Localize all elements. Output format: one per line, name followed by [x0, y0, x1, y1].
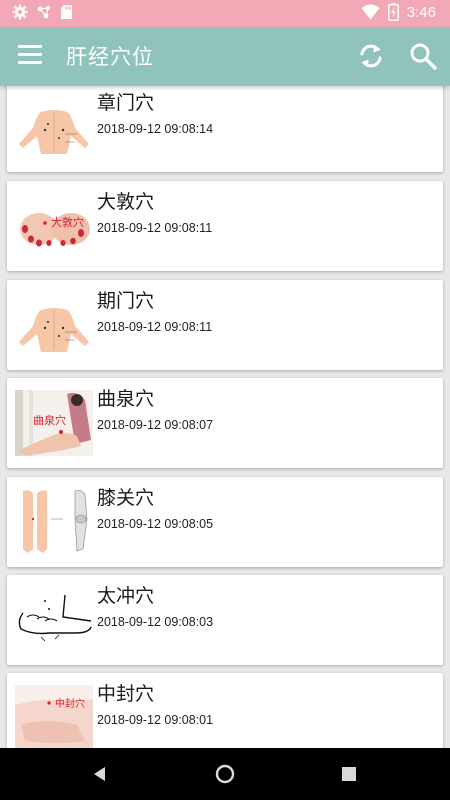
list-item[interactable]: 大敦穴 大敦穴 2018-09-12 09:08:11	[7, 181, 443, 271]
recents-button[interactable]	[341, 766, 357, 782]
item-thumbnail	[15, 587, 93, 653]
status-time: 3:46	[406, 3, 436, 21]
item-title: 期门穴	[97, 290, 155, 312]
item-timestamp: 2018-09-12 09:08:01	[97, 713, 214, 727]
item-title: 大敦穴	[97, 191, 155, 213]
item-thumbnail	[15, 292, 93, 358]
item-thumbnail: 曲泉穴	[15, 390, 93, 456]
wifi-icon	[361, 4, 380, 20]
page-title: 肝经穴位	[66, 45, 154, 69]
item-timestamp: 2018-09-12 09:08:05	[97, 517, 214, 531]
menu-icon	[18, 45, 42, 64]
foot-sketch-image	[15, 587, 93, 653]
list-item[interactable]: 期门穴 2018-09-12 09:08:11	[7, 280, 443, 370]
home-icon	[215, 764, 235, 784]
recents-icon	[342, 767, 356, 781]
feet-photo-image: 大敦穴	[15, 193, 93, 259]
item-thumbnail: 中封穴	[15, 685, 93, 748]
back-button[interactable]	[92, 766, 108, 782]
item-title: 章门穴	[97, 92, 155, 114]
item-title: 太冲穴	[97, 585, 155, 607]
navigation-bar	[0, 748, 450, 800]
thumb-label: 曲泉穴	[33, 413, 66, 427]
item-title: 曲泉穴	[97, 388, 155, 410]
item-timestamp: 2018-09-12 09:08:11	[97, 221, 213, 235]
acupoint-list[interactable]: 章门穴 2018-09-12 09:08:14 大敦穴 大敦穴 2018-09-…	[0, 86, 450, 748]
thumb-label: 大敦穴	[51, 215, 84, 229]
back-icon	[94, 767, 105, 781]
battery-charging-icon	[387, 3, 399, 21]
list-item[interactable]: 曲泉穴 曲泉穴 2018-09-12 09:08:07	[7, 378, 443, 468]
gear-icon	[12, 4, 28, 20]
refresh-icon	[360, 44, 382, 68]
list-item[interactable]: 膝关穴 2018-09-12 09:08:05	[7, 477, 443, 567]
list-item[interactable]: 章门穴 2018-09-12 09:08:14	[7, 86, 443, 172]
item-timestamp: 2018-09-12 09:08:03	[97, 615, 214, 629]
search-icon	[410, 43, 437, 70]
item-thumbnail: 大敦穴	[15, 193, 93, 259]
home-button[interactable]	[215, 764, 235, 784]
item-thumbnail	[15, 94, 93, 160]
menu-button[interactable]	[18, 45, 42, 69]
item-thumbnail	[15, 489, 93, 555]
torso-figure-image	[15, 94, 93, 160]
item-timestamp: 2018-09-12 09:08:11	[97, 320, 213, 334]
status-icons-right: 3:46	[361, 3, 436, 21]
sd-card-icon	[61, 5, 72, 19]
thumb-label: 中封穴	[55, 697, 85, 710]
ankle-photo-image: 中封穴	[15, 685, 93, 748]
legs-figure-image	[15, 489, 93, 555]
app-bar: 肝经穴位	[0, 27, 450, 86]
torso-figure-image	[15, 292, 93, 358]
status-icons-left	[12, 4, 73, 20]
item-timestamp: 2018-09-12 09:08:07	[97, 418, 214, 432]
list-item[interactable]: 中封穴 中封穴 2018-09-12 09:08:01	[7, 673, 443, 748]
list-item[interactable]: 太冲穴 2018-09-12 09:08:03	[7, 575, 443, 665]
search-button[interactable]	[408, 41, 438, 71]
nodes-icon	[37, 5, 51, 19]
item-title: 膝关穴	[97, 487, 155, 509]
item-title: 中封穴	[97, 683, 155, 705]
knee-photo-image: 曲泉穴	[15, 390, 93, 456]
status-bar: 3:46	[0, 0, 450, 27]
refresh-button[interactable]	[356, 41, 386, 71]
item-timestamp: 2018-09-12 09:08:14	[97, 122, 214, 136]
